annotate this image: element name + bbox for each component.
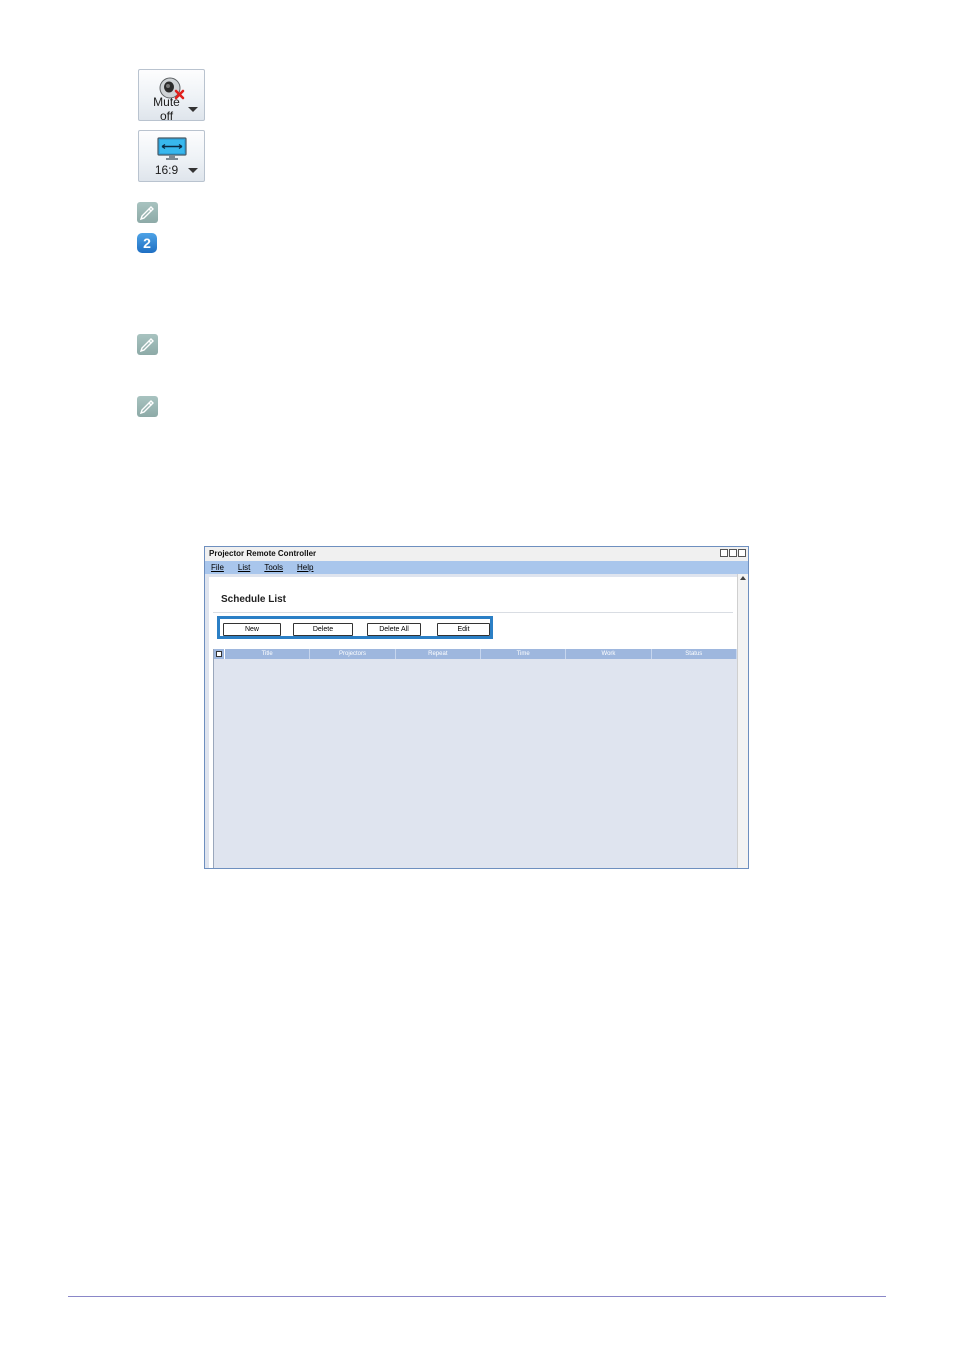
maximize-icon[interactable] (729, 549, 737, 557)
chevron-down-icon[interactable] (188, 106, 198, 112)
schedule-table: Title Projectors Repeat Time Work Status (213, 649, 737, 868)
column-projectors[interactable]: Projectors (310, 649, 396, 659)
minimize-icon[interactable] (720, 549, 728, 557)
delete-button[interactable]: Delete (293, 623, 353, 636)
edit-button[interactable]: Edit (437, 623, 490, 636)
menu-file[interactable]: File (211, 561, 224, 574)
table-header: Title Projectors Repeat Time Work Status (214, 649, 737, 659)
column-title[interactable]: Title (225, 649, 311, 659)
column-status[interactable]: Status (652, 649, 737, 659)
column-repeat[interactable]: Repeat (396, 649, 481, 659)
menu-list[interactable]: List (238, 561, 250, 574)
mute-toggle-button[interactable]: Mute off (138, 69, 205, 123)
new-button[interactable]: New (223, 623, 281, 636)
delete-all-button[interactable]: Delete All (367, 623, 421, 636)
content-panel: Schedule List New Delete Delete All Edit… (209, 577, 737, 868)
app-window: Projector Remote Controller File List To… (204, 546, 749, 869)
menu-help[interactable]: Help (297, 561, 313, 574)
menu-bar: File List Tools Help (205, 561, 748, 574)
note-pencil-icon (137, 202, 158, 223)
select-all-checkbox[interactable] (214, 649, 225, 659)
column-work[interactable]: Work (566, 649, 652, 659)
aspect-ratio-button[interactable]: 16:9 (138, 130, 205, 182)
divider (213, 612, 733, 613)
page-title: Schedule List (221, 594, 287, 605)
window-title: Projector Remote Controller (209, 549, 317, 558)
step-number-icon: 2 (137, 233, 157, 253)
window-titlebar[interactable]: Projector Remote Controller (205, 547, 748, 561)
footer-divider (68, 1296, 886, 1297)
close-icon[interactable] (738, 549, 746, 557)
note-pencil-icon (137, 334, 158, 355)
mute-button-label: Mute off (153, 95, 180, 123)
note-pencil-icon (137, 396, 158, 417)
aspect-button-label: 16:9 (154, 163, 179, 177)
menu-tools[interactable]: Tools (264, 561, 283, 574)
action-buttons-highlight: New Delete Delete All Edit (217, 616, 493, 639)
monitor-icon (139, 135, 204, 163)
column-time[interactable]: Time (481, 649, 567, 659)
chevron-down-icon[interactable] (188, 167, 198, 173)
vertical-scrollbar[interactable] (737, 574, 748, 868)
scroll-up-icon[interactable] (740, 576, 746, 580)
